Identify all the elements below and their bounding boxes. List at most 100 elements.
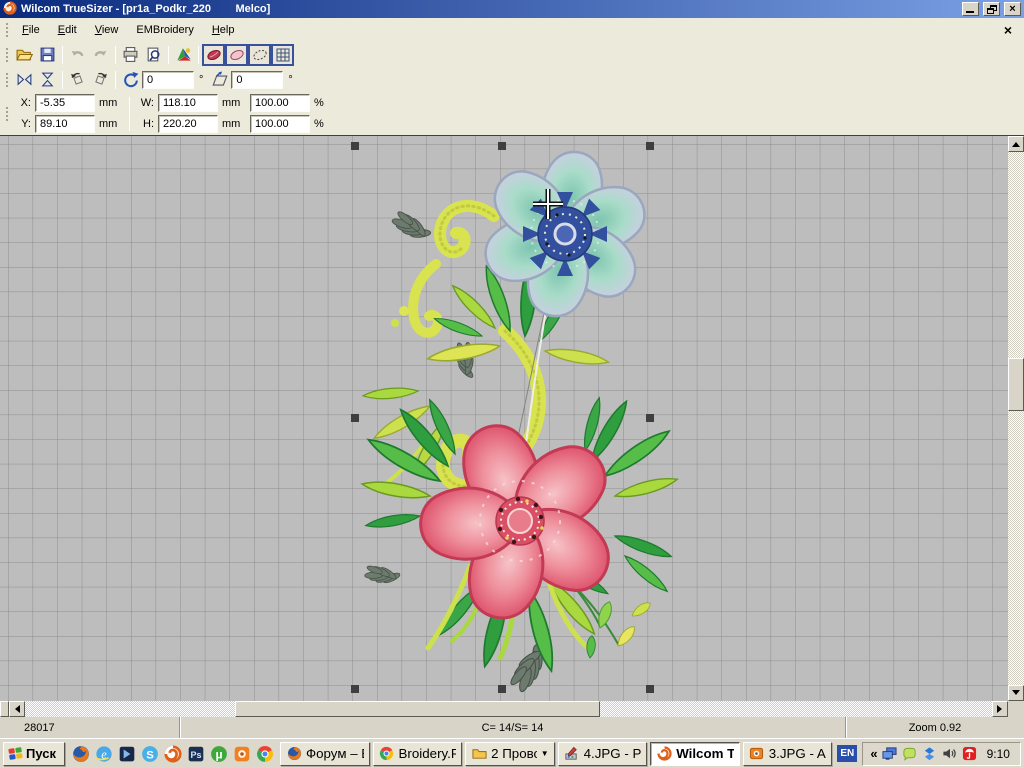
language-indicator[interactable]: EN (837, 745, 857, 762)
save-button[interactable] (36, 44, 59, 66)
skew-tool-button[interactable] (208, 69, 231, 91)
rotate-tool-button[interactable] (119, 69, 142, 91)
pane-splitter[interactable] (0, 701, 9, 717)
close-button[interactable]: × (1004, 2, 1021, 16)
menubar-grip[interactable] (5, 22, 10, 38)
save-floppy-icon (39, 46, 56, 63)
rotate-ccw-icon (69, 71, 86, 88)
start-button[interactable]: Пуск (3, 742, 65, 766)
document-close-icon[interactable]: × (996, 23, 1020, 37)
redo-button[interactable] (89, 44, 112, 66)
close-icon: × (1009, 4, 1015, 15)
height-unit: mm (222, 118, 246, 130)
horizontal-scroll-thumb[interactable] (235, 701, 600, 717)
vertical-scrollbar[interactable] (1008, 136, 1024, 701)
x-input[interactable] (35, 94, 95, 112)
quick-launch-photoshop-icon[interactable]: Ps (185, 743, 206, 764)
print-icon (122, 46, 139, 63)
task-dropdown-icon[interactable]: ▼ (541, 749, 549, 758)
antivirus-icon[interactable] (962, 746, 978, 762)
quick-launch-ie-icon[interactable]: e (93, 743, 114, 764)
restore-button[interactable] (983, 2, 1000, 16)
dropbox-icon[interactable] (922, 746, 938, 762)
acdsee-icon (749, 746, 765, 762)
y-input[interactable] (35, 115, 95, 133)
skew-angle-input[interactable] (231, 71, 283, 89)
notes-icon[interactable] (902, 746, 918, 762)
quick-launch-media-icon[interactable] (116, 743, 137, 764)
menu-view[interactable]: View (86, 20, 128, 40)
toolbar-separator (115, 71, 116, 89)
undo-button[interactable] (66, 44, 89, 66)
stitch-view-toggle[interactable] (248, 44, 271, 66)
menu-edit[interactable]: Edit (49, 20, 86, 40)
skew-degree-unit: ° (283, 74, 297, 86)
scroll-up-button[interactable] (1008, 136, 1024, 152)
print-preview-button[interactable] (142, 44, 165, 66)
horizontal-scrollbar[interactable] (0, 701, 1008, 717)
task-folder-group[interactable]: 2 Прово... ▼ (465, 742, 555, 766)
show-true-view-button[interactable] (172, 44, 195, 66)
embroidery-design (0, 136, 1008, 701)
quick-launch-chrome-icon[interactable] (254, 743, 275, 764)
tray-overflow-chevron[interactable]: « (870, 746, 877, 761)
menu-help[interactable]: Help (203, 20, 244, 40)
grid-toggle[interactable] (271, 44, 294, 66)
quick-launch-viewer-icon[interactable] (231, 743, 252, 764)
scale-width-input[interactable] (250, 94, 310, 112)
quick-launch-firefox-icon[interactable] (70, 743, 91, 764)
outline-view-toggle[interactable] (225, 44, 248, 66)
mirror-horizontal-icon (16, 71, 33, 88)
scale-height-input[interactable] (250, 115, 310, 133)
design-canvas[interactable] (0, 136, 1008, 701)
task-paint[interactable]: 4.JPG - Paint (558, 742, 648, 766)
window-title: Wilcom TrueSizer - [pr1a_Podkr_220 Melco… (21, 3, 958, 15)
bottom-flower-center (496, 497, 544, 545)
open-button[interactable] (13, 44, 36, 66)
grid-icon (275, 47, 291, 63)
task-label: Форум – В... (306, 746, 364, 761)
restore-icon (987, 5, 997, 14)
rotate-angle-input[interactable] (142, 71, 194, 89)
scroll-right-button[interactable] (992, 701, 1008, 717)
volume-icon[interactable] (942, 746, 958, 762)
quick-launch-skype-icon[interactable]: S (139, 743, 160, 764)
rotate-ccw-45-button[interactable] (66, 69, 89, 91)
properties-grip[interactable] (5, 106, 10, 122)
toolbar-transform-grip[interactable] (5, 72, 10, 88)
task-wilcom-active[interactable]: Wilcom T... (650, 742, 740, 766)
scroll-down-button[interactable] (1008, 685, 1024, 701)
width-input[interactable] (158, 94, 218, 112)
quick-launch-utorrent-icon[interactable]: µ (208, 743, 229, 764)
rotate-cw-45-button[interactable] (89, 69, 112, 91)
toolbar-main-grip[interactable] (5, 47, 10, 63)
yellow-dot (391, 319, 399, 327)
selection-handle (351, 142, 359, 150)
scale-width-unit: % (314, 97, 338, 109)
taskbar: Пуск e S Ps µ Форум – В... Broidery.R...… (0, 738, 1024, 768)
taskbar-clock[interactable]: 9:10 (982, 747, 1013, 761)
scroll-left-button[interactable] (9, 701, 25, 717)
y-unit: mm (99, 118, 123, 130)
titlebar[interactable]: Wilcom TrueSizer - [pr1a_Podkr_220 Melco… (0, 0, 1024, 18)
artistic-view-toggle[interactable] (202, 44, 225, 66)
task-acdsee[interactable]: 3.JPG - A... (743, 742, 833, 766)
menu-file[interactable]: File (13, 20, 49, 40)
menu-embroidery[interactable]: EMBroidery (127, 20, 202, 40)
x-unit: mm (99, 97, 123, 109)
mirror-vertical-button[interactable] (36, 69, 59, 91)
menubar: File Edit View EMBroidery Help × (0, 18, 1024, 42)
quick-launch-wilcom-icon[interactable] (162, 743, 183, 764)
outline-petal-icon (229, 47, 245, 63)
mirror-horizontal-button[interactable] (13, 69, 36, 91)
vertical-scroll-thumb[interactable] (1008, 358, 1024, 411)
minimize-button[interactable] (962, 2, 979, 16)
height-input[interactable] (158, 115, 218, 133)
scrollbar-corner (1008, 701, 1024, 717)
svg-text:S: S (146, 749, 154, 761)
toolbar-separator (168, 46, 169, 64)
task-forum[interactable]: Форум – В... (280, 742, 370, 766)
task-broidery[interactable]: Broidery.R... (373, 742, 463, 766)
network-monitor-icon[interactable] (882, 746, 898, 762)
print-button[interactable] (119, 44, 142, 66)
